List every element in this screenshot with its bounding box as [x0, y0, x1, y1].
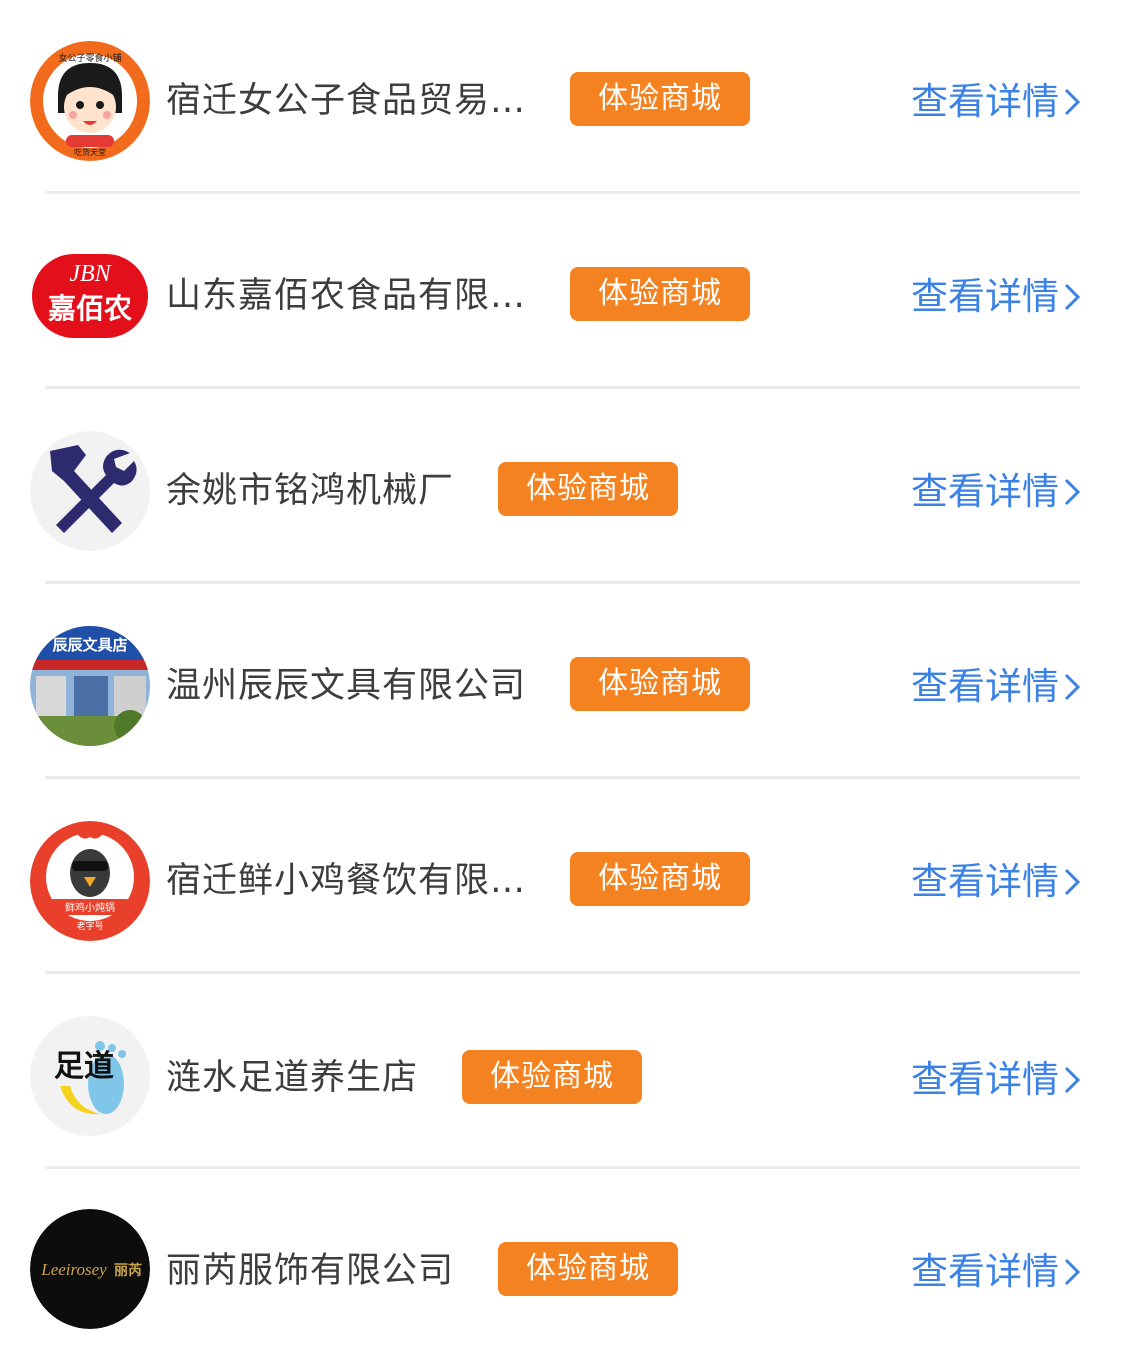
view-details-label: 查看详情 [911, 1058, 1059, 1101]
view-details-label: 查看详情 [911, 860, 1059, 903]
list-item[interactable]: Leeirosey 丽芮 丽芮服饰有限公司 体验商城 查看详情 [0, 1173, 1125, 1368]
view-details-link[interactable]: 查看详情 [911, 1060, 1081, 1100]
store-logo-xianxiaoji: 鲜鸡小炖锅 老字号 [30, 821, 150, 941]
view-details-label: 查看详情 [911, 665, 1059, 708]
chevron-right-icon [1064, 478, 1081, 505]
divider [45, 776, 1080, 779]
try-store-button[interactable]: 体验商城 [570, 267, 750, 321]
store-name: 山东嘉佰农食品有限… [166, 276, 527, 316]
chevron-right-icon [1064, 673, 1081, 700]
chevron-right-icon [1064, 1258, 1081, 1285]
view-details-label: 查看详情 [911, 470, 1059, 513]
store-logo-minghong [30, 431, 150, 551]
svg-text:Leeirosey: Leeirosey [40, 1260, 107, 1279]
chevron-right-icon [1064, 1066, 1081, 1093]
list-item[interactable]: 鲜鸡小炖锅 老字号 宿迁鲜小鸡餐饮有限… 体验商城 查看详情 [0, 783, 1125, 978]
store-name: 余姚市铭鸿机械厂 [166, 471, 455, 511]
view-details-link[interactable]: 查看详情 [911, 472, 1081, 512]
divider [45, 1166, 1080, 1169]
try-store-button[interactable]: 体验商城 [498, 1242, 678, 1296]
try-store-button[interactable]: 体验商城 [570, 657, 750, 711]
store-logo-leeirosey: Leeirosey 丽芮 [30, 1209, 150, 1329]
chevron-right-icon [1064, 868, 1081, 895]
list-item[interactable]: 余姚市铭鸿机械厂 体验商城 查看详情 [0, 393, 1125, 588]
list-item[interactable]: JBN 嘉佰农 山东嘉佰农食品有限… 体验商城 查看详情 [0, 198, 1125, 393]
svg-text:嘉佰农: 嘉佰农 [48, 292, 132, 325]
list-item[interactable]: 女公子零食小铺 吃货天堂 宿迁女公子食品贸易… 体验商城 查看详情 [0, 3, 1125, 198]
svg-text:吃货天堂: 吃货天堂 [74, 147, 106, 157]
view-details-link[interactable]: 查看详情 [911, 667, 1081, 707]
store-logo-zudao: 足道 [30, 1016, 150, 1136]
divider [45, 386, 1080, 389]
try-store-button[interactable]: 体验商城 [462, 1050, 642, 1104]
view-details-link[interactable]: 查看详情 [911, 862, 1081, 902]
svg-text:老字号: 老字号 [76, 920, 103, 932]
store-name: 温州辰辰文具有限公司 [166, 666, 527, 706]
try-store-button[interactable]: 体验商城 [498, 462, 678, 516]
svg-text:JBN: JBN [69, 261, 112, 287]
chevron-right-icon [1064, 283, 1081, 310]
store-name: 宿迁女公子食品贸易… [166, 81, 527, 121]
view-details-label: 查看详情 [911, 1250, 1059, 1293]
view-details-link[interactable]: 查看详情 [911, 1252, 1081, 1292]
try-store-button[interactable]: 体验商城 [570, 852, 750, 906]
svg-text:女公子零食小铺: 女公子零食小铺 [58, 52, 121, 64]
divider [45, 971, 1080, 974]
store-name: 宿迁鲜小鸡餐饮有限… [166, 861, 527, 901]
svg-text:足道: 足道 [54, 1049, 114, 1084]
divider [45, 581, 1080, 584]
view-details-label: 查看详情 [911, 275, 1059, 318]
view-details-link[interactable]: 查看详情 [911, 82, 1081, 122]
list-item[interactable]: 辰辰文具店 温州辰辰文具有限公司 体验商城 查看详情 [0, 588, 1125, 783]
svg-text:辰辰文具店: 辰辰文具店 [52, 636, 127, 654]
svg-text:鲜鸡小炖锅: 鲜鸡小炖锅 [65, 901, 115, 914]
divider [45, 191, 1080, 194]
store-name: 丽芮服饰有限公司 [166, 1251, 455, 1291]
list-item[interactable]: 足道 涟水足道养生店 体验商城 查看详情 [0, 978, 1125, 1173]
store-logo-jiabainong: JBN 嘉佰农 [30, 236, 150, 356]
svg-text:丽芮: 丽芮 [114, 1262, 142, 1279]
view-details-label: 查看详情 [911, 80, 1059, 123]
store-logo-chenchen: 辰辰文具店 [30, 626, 150, 746]
chevron-right-icon [1064, 88, 1081, 115]
view-details-link[interactable]: 查看详情 [911, 277, 1081, 317]
store-name: 涟水足道养生店 [166, 1058, 419, 1098]
try-store-button[interactable]: 体验商城 [570, 72, 750, 126]
store-logo-nvgongzi: 女公子零食小铺 吃货天堂 [30, 41, 150, 161]
